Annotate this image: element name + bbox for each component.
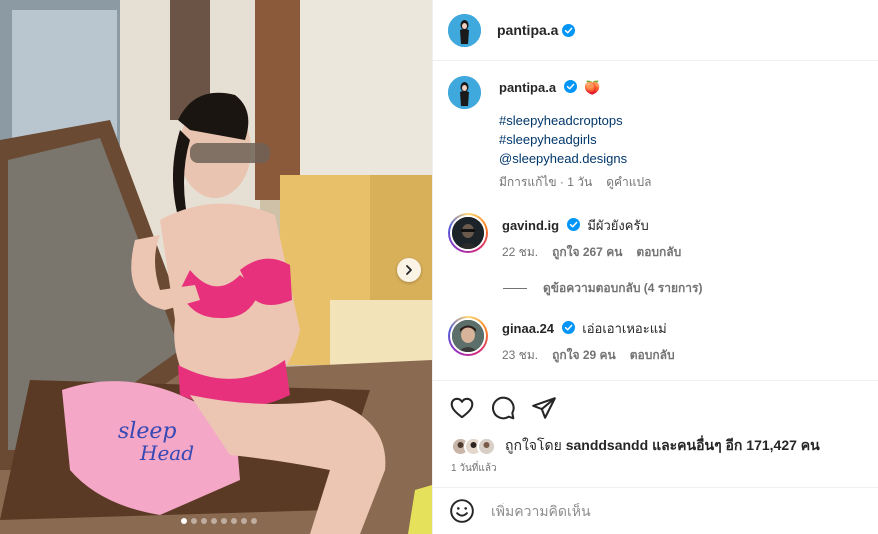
view-replies-button[interactable]: ดูข้อความตอบกลับ (4 รายการ) xyxy=(503,279,702,298)
post-media[interactable]: sleep Head xyxy=(0,0,432,534)
commenter-avatar[interactable] xyxy=(448,213,488,253)
avatar-image xyxy=(452,217,484,249)
author-username[interactable]: pantipa.a xyxy=(497,22,558,38)
carousel-dot xyxy=(201,518,207,524)
avatar-image xyxy=(448,13,481,47)
carousel-dot xyxy=(241,518,247,524)
liker-avatar xyxy=(477,436,496,456)
commenter-avatar[interactable] xyxy=(448,316,488,356)
reply-button[interactable]: ตอบกลับ xyxy=(630,346,675,365)
comment-username[interactable]: gavind.ig xyxy=(502,218,559,233)
post-header: pantipa.a xyxy=(433,0,878,61)
carousel-dot xyxy=(231,518,237,524)
avatar-image xyxy=(452,320,484,352)
comment-age: 22 ชม. xyxy=(502,245,539,259)
carousel-dot xyxy=(251,518,257,524)
comment-age: 23 ชม. xyxy=(502,348,539,362)
verified-badge-icon xyxy=(561,321,575,334)
caption-username[interactable]: pantipa.a xyxy=(499,80,556,95)
caption-author-avatar[interactable] xyxy=(448,76,481,109)
svg-text:Head: Head xyxy=(139,441,194,465)
post-actions: ถูกใจโดย sanddsandd และคนอื่นๆ อีก 171,4… xyxy=(433,380,878,487)
caption: pantipa.a 🍑 #sleepyheadcroptops #sleepyh… xyxy=(448,76,868,192)
reply-button[interactable]: ตอบกลับ xyxy=(636,243,681,262)
likes-prefix: ถูกใจโดย xyxy=(505,437,562,453)
post-timestamp[interactable]: 1 วันที่แล้ว xyxy=(451,461,497,476)
comment-input[interactable] xyxy=(491,503,831,519)
carousel-dot xyxy=(181,518,187,524)
hashtag-link[interactable]: #sleepyheadcroptops xyxy=(499,111,651,130)
comment-likes[interactable]: ถูกใจ 267 คน xyxy=(552,243,622,262)
likes-count[interactable]: และคนอื่นๆ อีก 171,427 คน xyxy=(652,437,820,453)
emoji-icon[interactable] xyxy=(449,498,475,524)
comment-composer xyxy=(433,487,878,534)
chevron-right-icon xyxy=(406,265,412,275)
comment-item: ginaa.24 เอ่อเอาเหอะแม่ 23 ชม. ถูกใจ 29 … xyxy=(448,316,868,365)
caption-emoji: 🍑 xyxy=(584,80,601,95)
likes-summary[interactable]: ถูกใจโดย sanddsandd และคนอื่นๆ อีก 171,4… xyxy=(451,435,820,457)
verified-badge-icon xyxy=(563,80,577,93)
carousel-next-button[interactable] xyxy=(397,258,421,282)
verified-badge-icon xyxy=(566,218,580,231)
carousel-dot xyxy=(211,518,217,524)
carousel-dot xyxy=(191,518,197,524)
post-side-panel: pantipa.a pantipa.a 🍑 #sleepyheadcroptop… xyxy=(432,0,878,534)
post-photo: sleep Head xyxy=(0,0,432,534)
comment-item: gavind.ig มีผัวยังครับ 22 ชม. ถูกใจ 267 … xyxy=(448,213,868,262)
heart-icon[interactable] xyxy=(449,395,475,421)
mention-link[interactable]: @sleepyhead.designs xyxy=(499,149,651,168)
comment-text: เอ่อเอาเหอะแม่ xyxy=(582,321,667,336)
comment-username[interactable]: ginaa.24 xyxy=(502,321,554,336)
hashtag-link[interactable]: #sleepyheadgirls xyxy=(499,130,651,149)
carousel-indicator xyxy=(0,518,432,524)
replies-divider xyxy=(503,288,527,289)
view-replies-label: ดูข้อความตอบกลับ (4 รายการ) xyxy=(543,281,703,295)
carousel-dot xyxy=(221,518,227,524)
instagram-post: sleep Head pantipa.a pantipa.a 🍑 #sleepy… xyxy=(0,0,878,534)
comment-icon[interactable] xyxy=(490,395,516,421)
share-icon[interactable] xyxy=(531,395,557,421)
comment-text: มีผัวยังครับ xyxy=(587,218,649,233)
verified-badge-icon xyxy=(562,23,576,37)
liker-username[interactable]: sanddsandd xyxy=(566,437,648,453)
author-avatar[interactable] xyxy=(448,13,481,47)
see-translation-button[interactable]: ดูคำแปล xyxy=(606,173,651,192)
comments-section: pantipa.a 🍑 #sleepyheadcroptops #sleepyh… xyxy=(433,61,878,380)
caption-edited-time: มีการแก้ไข · 1 วัน xyxy=(499,175,593,189)
comment-likes[interactable]: ถูกใจ 29 คน xyxy=(552,346,616,365)
avatar-image xyxy=(448,76,481,109)
